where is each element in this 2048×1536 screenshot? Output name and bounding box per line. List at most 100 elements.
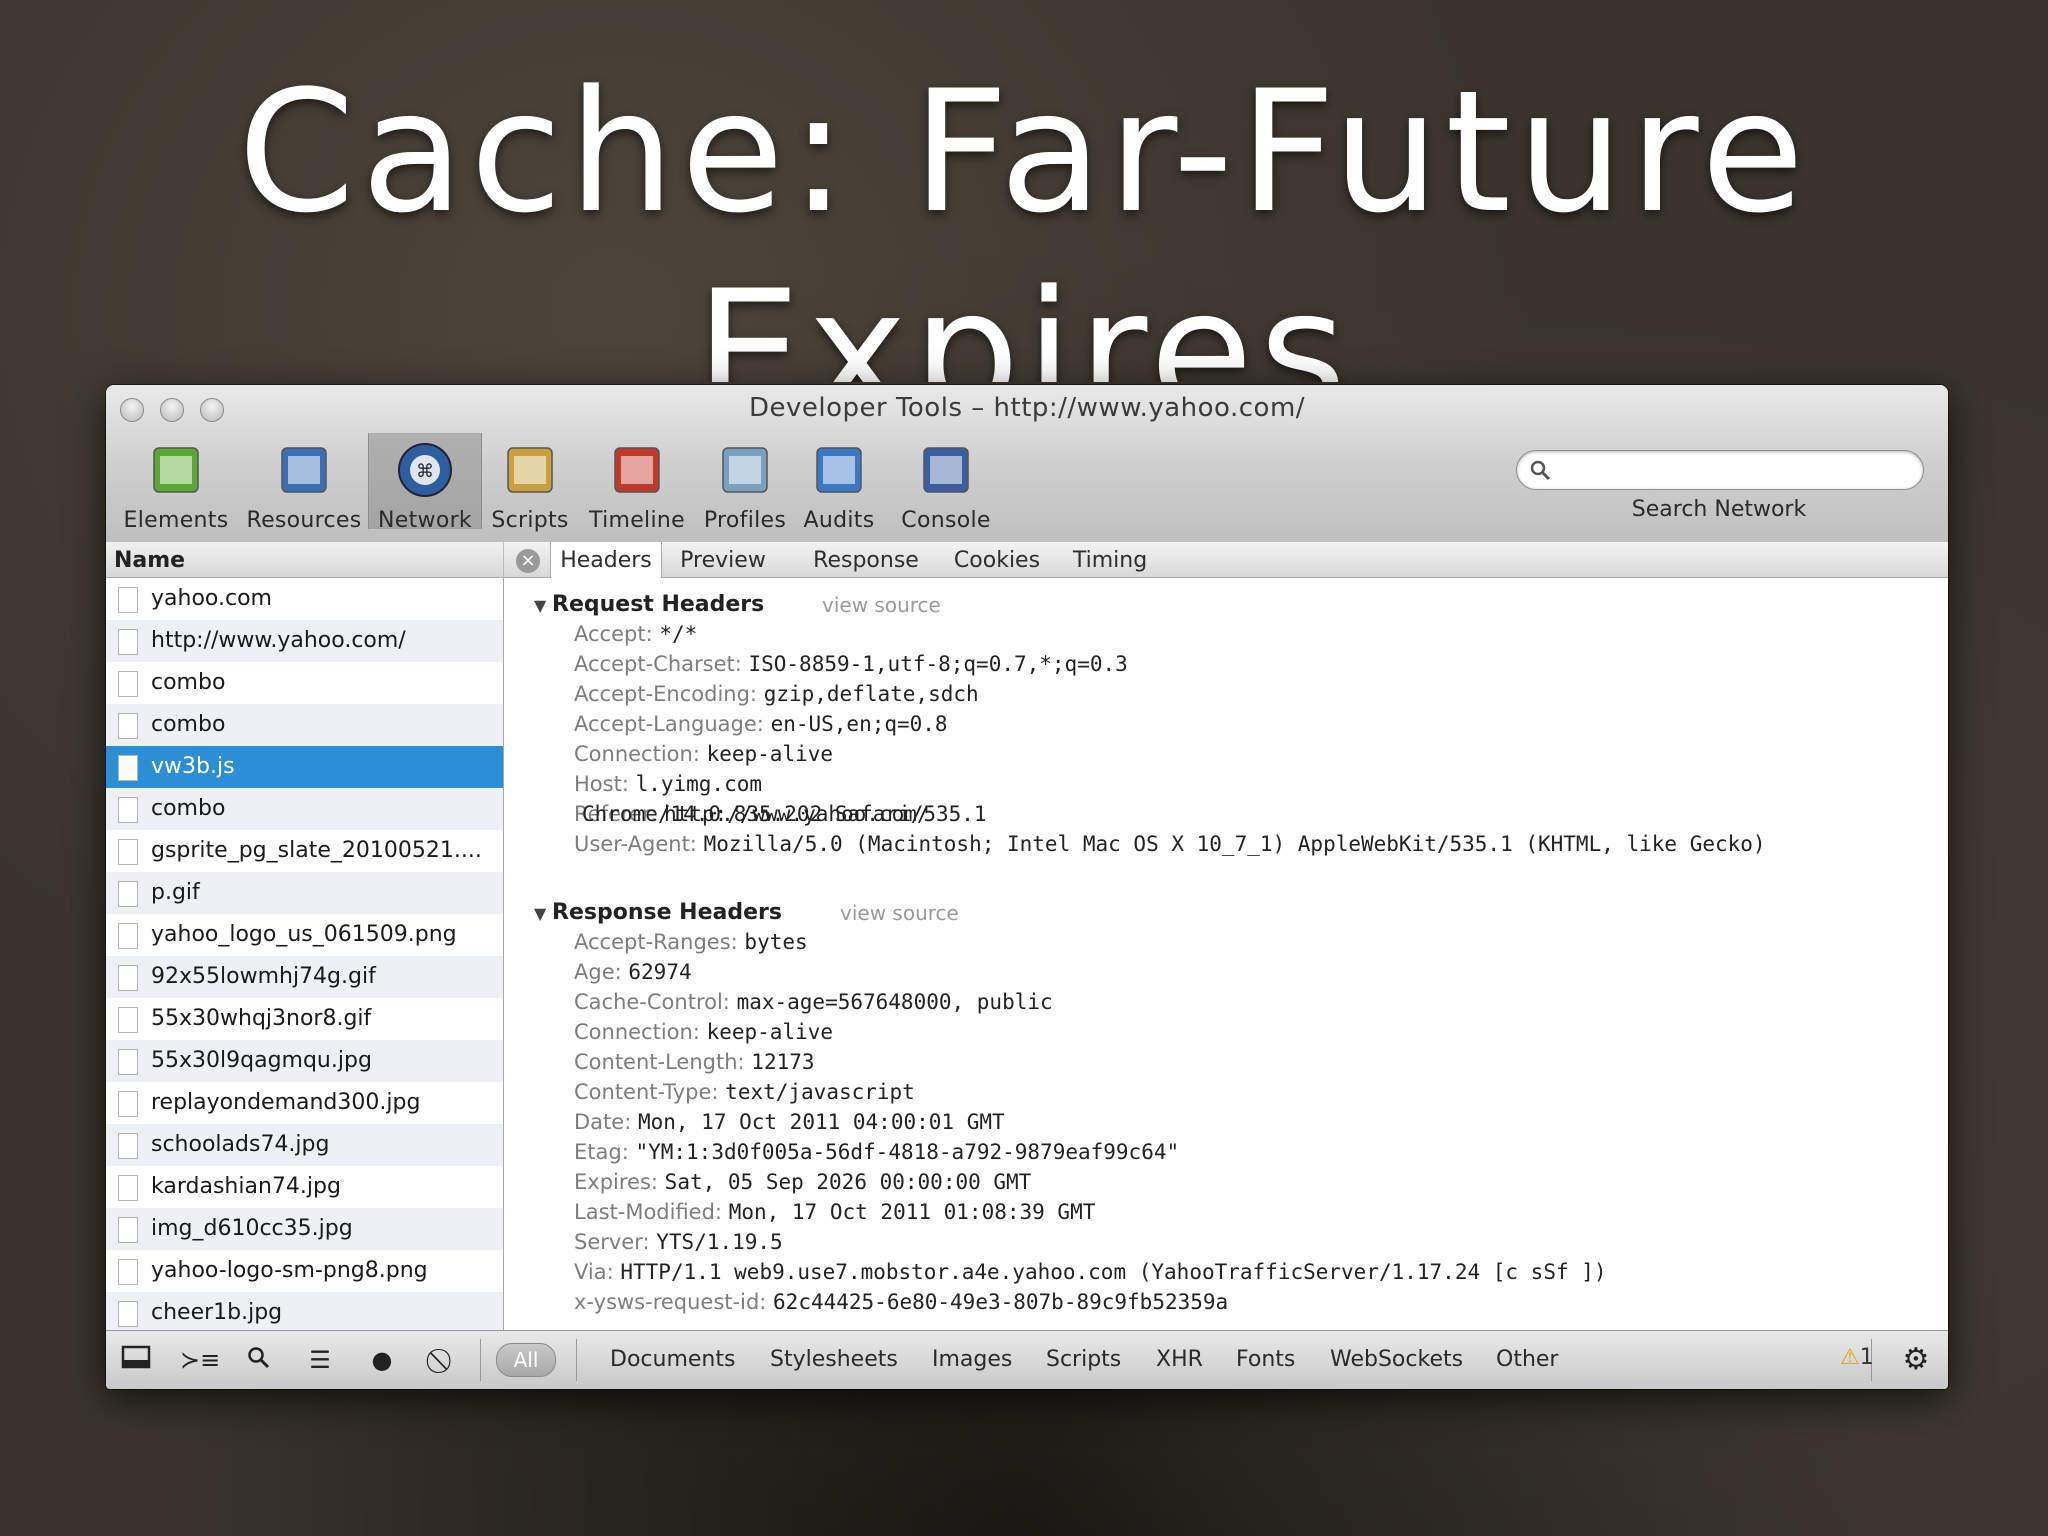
list-item[interactable]: img_d610cc35.jpg: [106, 1208, 503, 1250]
header-line: Etag: "YM:1:3d0f005a-56df-4818-a792-9879…: [574, 1140, 1179, 1164]
name-column-header[interactable]: Name: [106, 542, 503, 578]
console-toggle-icon[interactable]: ≻≡: [180, 1345, 220, 1375]
header-name: Expires:: [574, 1170, 658, 1194]
close-detail-icon[interactable]: ×: [516, 549, 540, 573]
header-value: Mon, 17 Oct 2011 04:00:01 GMT: [637, 1110, 1005, 1134]
tab-headers[interactable]: Headers: [550, 542, 662, 578]
list-item[interactable]: combo: [106, 788, 503, 830]
settings-gear-icon[interactable]: ⚙: [1900, 1345, 1932, 1375]
file-icon: [118, 1301, 138, 1327]
tab-response[interactable]: Response: [804, 542, 928, 577]
filter-other[interactable]: Other: [1496, 1347, 1558, 1372]
file-icon: [118, 1007, 138, 1033]
filter-all[interactable]: All: [496, 1343, 556, 1377]
list-item-name: yahoo-logo-sm-png8.png: [151, 1258, 428, 1283]
list-item[interactable]: vw3b.js: [106, 746, 503, 788]
toolbar-label: Audits: [803, 508, 875, 533]
file-icon: [118, 839, 138, 865]
filter-stylesheets[interactable]: Stylesheets: [770, 1347, 898, 1372]
list-item[interactable]: cheer1b.jpg: [106, 1292, 503, 1334]
collapse-triangle-icon[interactable]: ▼: [534, 904, 546, 923]
request-headers-title[interactable]: Request Headers: [552, 592, 764, 617]
filter-websockets[interactable]: WebSockets: [1330, 1347, 1463, 1372]
list-item[interactable]: yahoo-logo-sm-png8.png: [106, 1250, 503, 1292]
header-name: Age:: [574, 960, 622, 984]
header-value: YTS/1.19.5: [656, 1230, 783, 1254]
list-item[interactable]: http://www.yahoo.com/: [106, 620, 503, 662]
list-item[interactable]: combo: [106, 704, 503, 746]
list-item[interactable]: 55x30whqj3nor8.gif: [106, 998, 503, 1040]
search-input[interactable]: [1516, 450, 1924, 490]
tab-cookies[interactable]: Cookies: [950, 542, 1044, 577]
list-item-name: 92x55lowmhj74g.gif: [151, 964, 376, 989]
header-value: 62c44425-6e80-49e3-807b-89c9fb52359a: [773, 1290, 1229, 1314]
list-item[interactable]: 55x30l9qagmqu.jpg: [106, 1040, 503, 1082]
header-value: text/javascript: [725, 1080, 915, 1104]
large-rows-icon[interactable]: ☰: [304, 1345, 336, 1375]
file-icon: [118, 755, 138, 781]
tab-timing[interactable]: Timing: [1064, 542, 1156, 577]
collapse-triangle-icon[interactable]: ▼: [534, 596, 546, 615]
window-title: Developer Tools – http://www.yahoo.com/: [748, 393, 1306, 423]
filter-scripts[interactable]: Scripts: [1046, 1347, 1121, 1372]
request-view-source-link[interactable]: view source: [822, 593, 941, 617]
header-line: User-Agent: Mozilla/5.0 (Macintosh; Inte…: [574, 832, 1766, 856]
file-icon: [118, 1049, 138, 1075]
header-value: Mon, 17 Oct 2011 01:08:39 GMT: [728, 1200, 1096, 1224]
tab-preview[interactable]: Preview: [664, 542, 782, 577]
header-value: */*: [659, 622, 698, 646]
filter-fonts[interactable]: Fonts: [1236, 1347, 1295, 1372]
header-value: keep-alive: [706, 1020, 834, 1044]
title-bar: Developer Tools – http://www.yahoo.com/ …: [106, 385, 1948, 584]
header-line: Content-Length: 12173: [574, 1050, 815, 1074]
elements-icon: [144, 440, 208, 504]
header-line: Connection: keep-alive: [574, 742, 833, 766]
list-item[interactable]: schoolads74.jpg: [106, 1124, 503, 1166]
header-line: Last-Modified: Mon, 17 Oct 2011 01:08:39…: [574, 1200, 1095, 1224]
header-value: keep-alive: [706, 742, 834, 766]
list-item[interactable]: yahoo_logo_us_061509.png: [106, 914, 503, 956]
list-item[interactable]: kardashian74.jpg: [106, 1166, 503, 1208]
response-view-source-link[interactable]: view source: [840, 901, 959, 925]
audits-icon: [807, 440, 871, 504]
list-item[interactable]: 92x55lowmhj74g.gif: [106, 956, 503, 998]
header-line: Accept-Ranges: bytes: [574, 930, 808, 954]
list-item[interactable]: combo: [106, 662, 503, 704]
search-icon: [1530, 460, 1551, 481]
header-name: Date:: [574, 1110, 632, 1134]
list-item[interactable]: replayondemand300.jpg: [106, 1082, 503, 1124]
filter-images[interactable]: Images: [932, 1347, 1012, 1372]
file-icon: [118, 1217, 138, 1243]
list-item-name: schoolads74.jpg: [151, 1132, 330, 1157]
record-icon[interactable]: ●: [366, 1345, 398, 1375]
search-icon[interactable]: [242, 1345, 274, 1375]
header-line: Expires: Sat, 05 Sep 2026 00:00:00 GMT: [574, 1170, 1031, 1194]
header-line: Via: HTTP/1.1 web9.use7.mobstor.a4e.yaho…: [574, 1260, 1607, 1284]
response-headers-title[interactable]: Response Headers: [552, 900, 782, 925]
list-item-name: vw3b.js: [151, 754, 235, 779]
toolbar-network-button[interactable]: ⌘ Network: [368, 433, 482, 533]
header-value: max-age=567648000, public: [736, 990, 1053, 1014]
header-value: 12173: [751, 1050, 815, 1074]
search-label: Search Network: [1631, 497, 1807, 522]
list-item[interactable]: p.gif: [106, 872, 503, 914]
list-item[interactable]: yahoo.com: [106, 578, 503, 620]
devtools-window: Developer Tools – http://www.yahoo.com/ …: [106, 385, 1948, 1389]
list-item[interactable]: gsprite_pg_slate_20100521....: [106, 830, 503, 872]
console-icon: [914, 440, 978, 504]
file-icon: [118, 923, 138, 949]
filter-documents[interactable]: Documents: [610, 1347, 735, 1372]
profiles-icon: [713, 440, 777, 504]
list-item-name: combo: [151, 796, 226, 821]
dock-icon[interactable]: [120, 1345, 152, 1375]
header-value: 62974: [628, 960, 692, 984]
header-line: Content-Type: text/javascript: [574, 1080, 915, 1104]
warning-indicator[interactable]: ⚠1: [1840, 1345, 1874, 1370]
clear-icon[interactable]: ⃠: [428, 1345, 460, 1375]
slide-title: Cache: Far-Future Expires: [237, 54, 1811, 382]
file-icon: [118, 1091, 138, 1117]
list-item-name: gsprite_pg_slate_20100521....: [151, 838, 482, 863]
filter-xhr[interactable]: XHR: [1156, 1347, 1203, 1372]
header-name: Via:: [574, 1260, 614, 1284]
file-icon: [118, 671, 138, 697]
